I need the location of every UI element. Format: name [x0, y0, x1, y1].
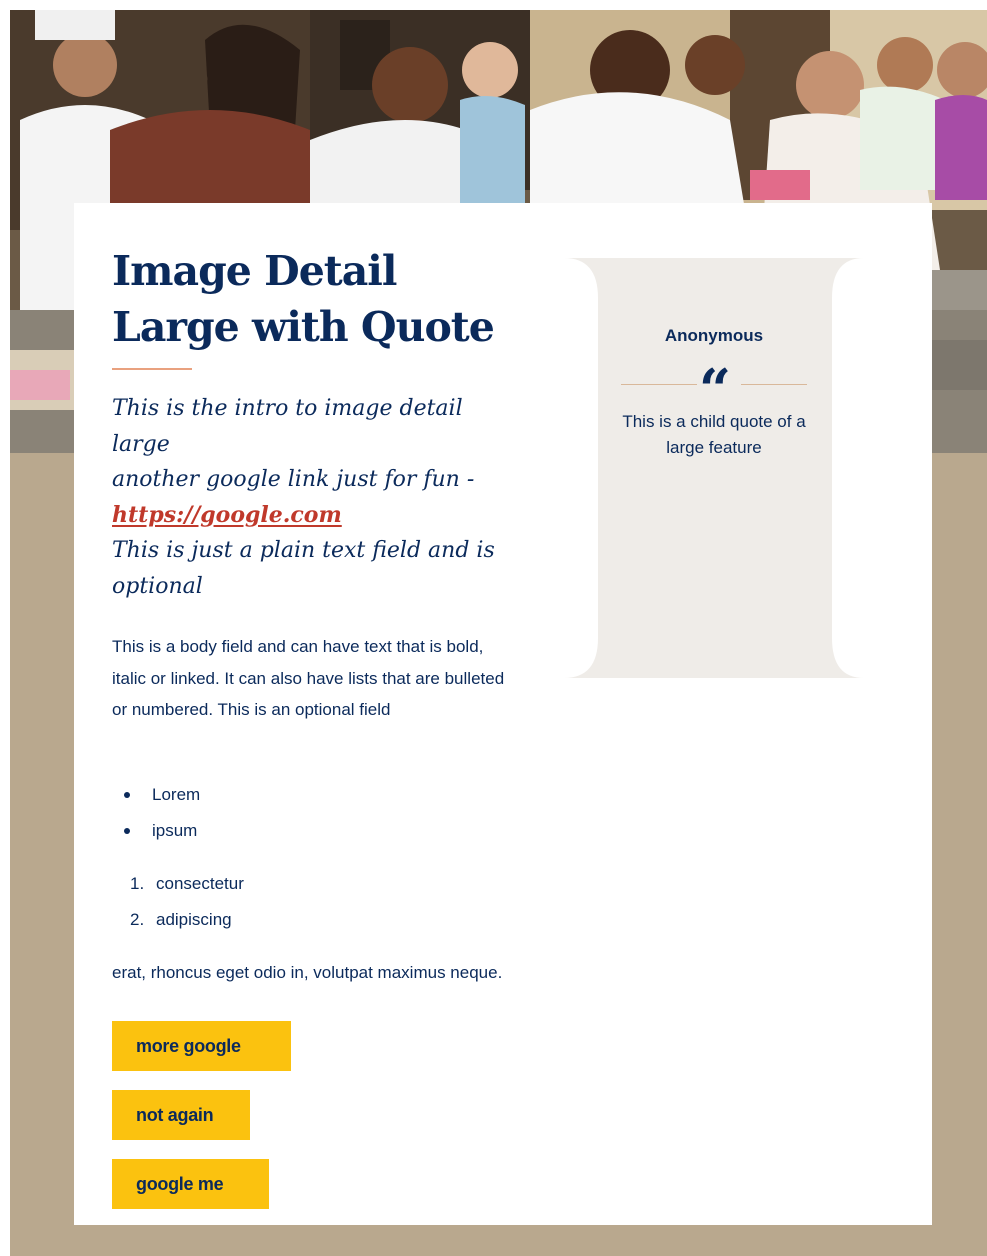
not-again-button[interactable]: not again [112, 1090, 250, 1140]
list-item: 2. adipiscing [112, 902, 512, 938]
list-item-text: Lorem [152, 785, 201, 804]
intro-line-1: This is the intro to image detail large [112, 396, 463, 457]
list-item-text: adipiscing [156, 910, 232, 929]
title-divider [112, 368, 192, 370]
quote-text: This is a child quote of a large feature [622, 412, 806, 457]
intro-google-link[interactable]: https://google.com [112, 498, 342, 534]
page-background: Image Detail Large with Quote This is th… [10, 10, 987, 1256]
quote-author: Anonymous [664, 326, 764, 345]
feature-title: Image Detail Large with Quote [112, 243, 532, 355]
bullet-icon [124, 828, 130, 834]
list-item: Lorem [112, 777, 512, 813]
feature-title-line-2: Large with Quote [112, 303, 495, 351]
quote-panel-background [564, 258, 864, 678]
bullet-icon [124, 792, 130, 798]
more-google-button[interactable]: more google [112, 1021, 291, 1071]
google-me-button[interactable]: google me [112, 1159, 269, 1209]
intro-line-2: another google link just for fun - [112, 467, 475, 492]
feature-title-line-1: Image Detail [112, 247, 397, 295]
feature-body: This is a body field and can have text t… [112, 637, 505, 720]
list-item-text: ipsum [152, 821, 198, 840]
quote-divider-left [621, 384, 697, 385]
quote-divider-right [741, 384, 807, 385]
intro-line-3: This is just a plain text field and is o… [112, 538, 495, 599]
feature-tail-text: erat, rhoncus eget odio in, volutpat max… [112, 963, 503, 982]
quote-icon: “ [698, 357, 732, 423]
numbered-list: 1. consectetur 2. adipiscing [112, 866, 512, 938]
feature-intro: This is the intro to image detail large … [112, 391, 512, 604]
list-number: 2. [130, 910, 145, 929]
list-item: ipsum [112, 813, 512, 849]
list-item-text: consectetur [156, 874, 244, 893]
bulleted-list: Lorem ipsum [112, 777, 512, 849]
list-number: 1. [130, 874, 145, 893]
list-item: 1. consectetur [112, 866, 512, 902]
quote-panel: Anonymous “ This is a child quote of a l… [564, 258, 864, 678]
feature-card: Image Detail Large with Quote This is th… [74, 203, 932, 1225]
